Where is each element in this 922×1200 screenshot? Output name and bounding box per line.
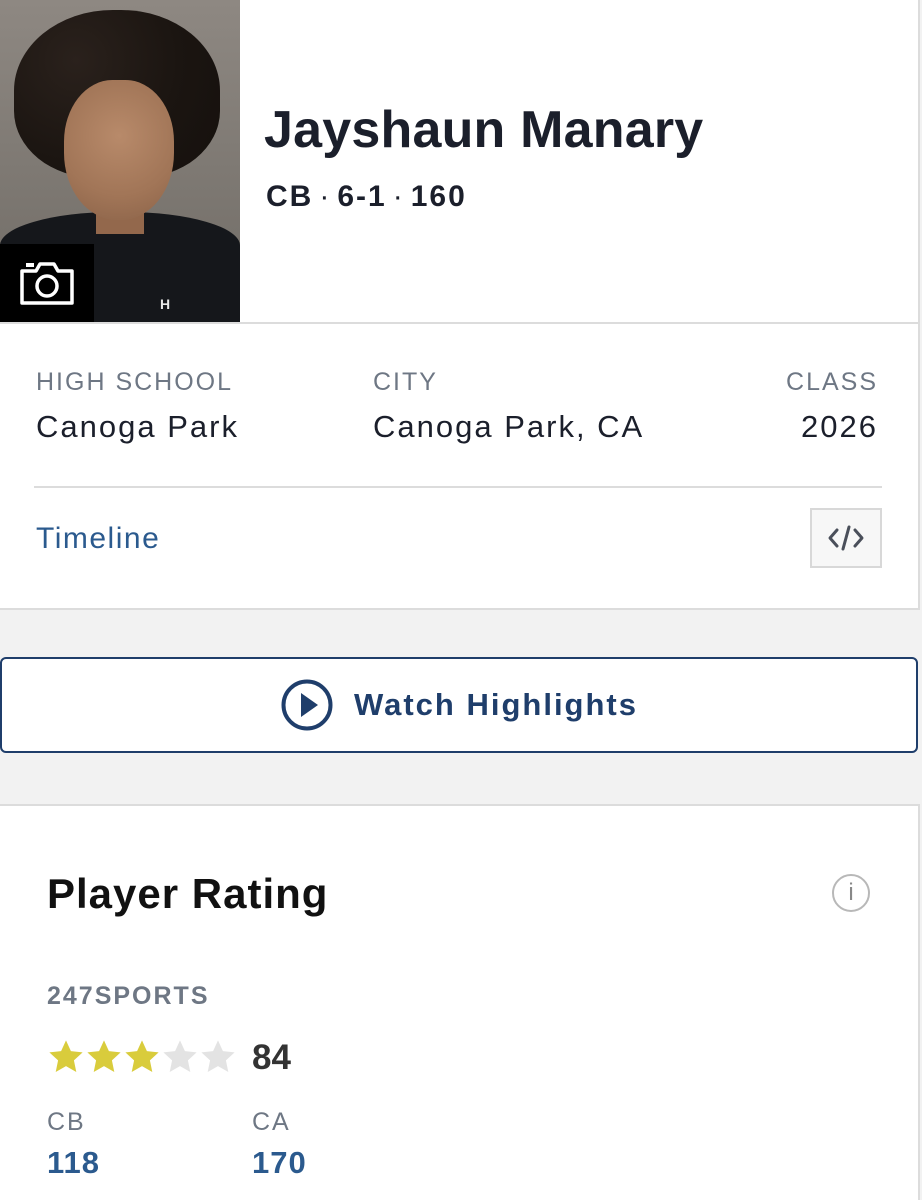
player-meta: CB · 6-1 · 160 [266,180,467,214]
state-rank-value[interactable]: 170 [252,1145,307,1181]
state-rank-label: CA [252,1108,291,1136]
meta-separator: · [392,180,405,213]
watch-highlights-button[interactable]: Watch Highlights [0,657,918,753]
class-label: CLASS [786,368,878,396]
embed-button[interactable] [810,508,882,568]
info-divider [34,486,882,488]
star-rating [47,1038,237,1076]
high-school-label: HIGH SCHOOL [36,368,234,396]
rating-source-label: 247SPORTS [47,982,210,1010]
class-field: CLASS 2026 [786,368,878,445]
city-value: Canoga Park, CA [373,409,645,444]
player-height: 6-1 [337,180,387,213]
shirt-logo: H [159,296,171,312]
camera-button[interactable] [0,244,94,322]
watch-highlights-label: Watch Highlights [354,687,638,722]
star-empty-icon [201,1040,235,1073]
info-icon[interactable]: i [832,874,870,912]
high-school-value: Canoga Park [36,409,239,444]
player-name: Jayshaun Manary [264,101,704,159]
timeline-link[interactable]: Timeline [36,522,160,556]
player-weight: 160 [410,180,467,213]
star-filled-icon [49,1040,83,1073]
position-rank-label: CB [47,1108,86,1136]
rating-score: 84 [252,1038,291,1077]
position-rank-value[interactable]: 118 [47,1145,100,1181]
photo-face [64,80,174,220]
player-photo: H [0,0,240,322]
star-filled-icon [125,1040,159,1073]
player-info-card: HIGH SCHOOL Canoga Park CITY Canoga Park… [0,324,920,610]
play-circle-icon [281,679,333,731]
city-label: CITY [373,368,438,396]
camera-icon [20,262,74,305]
city-field: CITY Canoga Park, CA [373,368,644,445]
high-school-field: HIGH SCHOOL Canoga Park [36,368,239,445]
player-header: H Jayshaun Manary CB · 6-1 · 160 [0,0,920,324]
meta-separator: · [319,180,332,213]
code-embed-icon [828,525,864,551]
class-value: 2026 [801,409,878,444]
rating-title: Player Rating [47,870,329,917]
state-rank: CA 170 [252,1108,307,1181]
player-position: CB [266,180,314,213]
player-rating-card: Player Rating i 247SPORTS 84 CB 118 CA 1… [0,804,920,1200]
star-empty-icon [163,1040,197,1073]
position-rank: CB 118 [47,1108,100,1181]
star-filled-icon [87,1040,121,1073]
